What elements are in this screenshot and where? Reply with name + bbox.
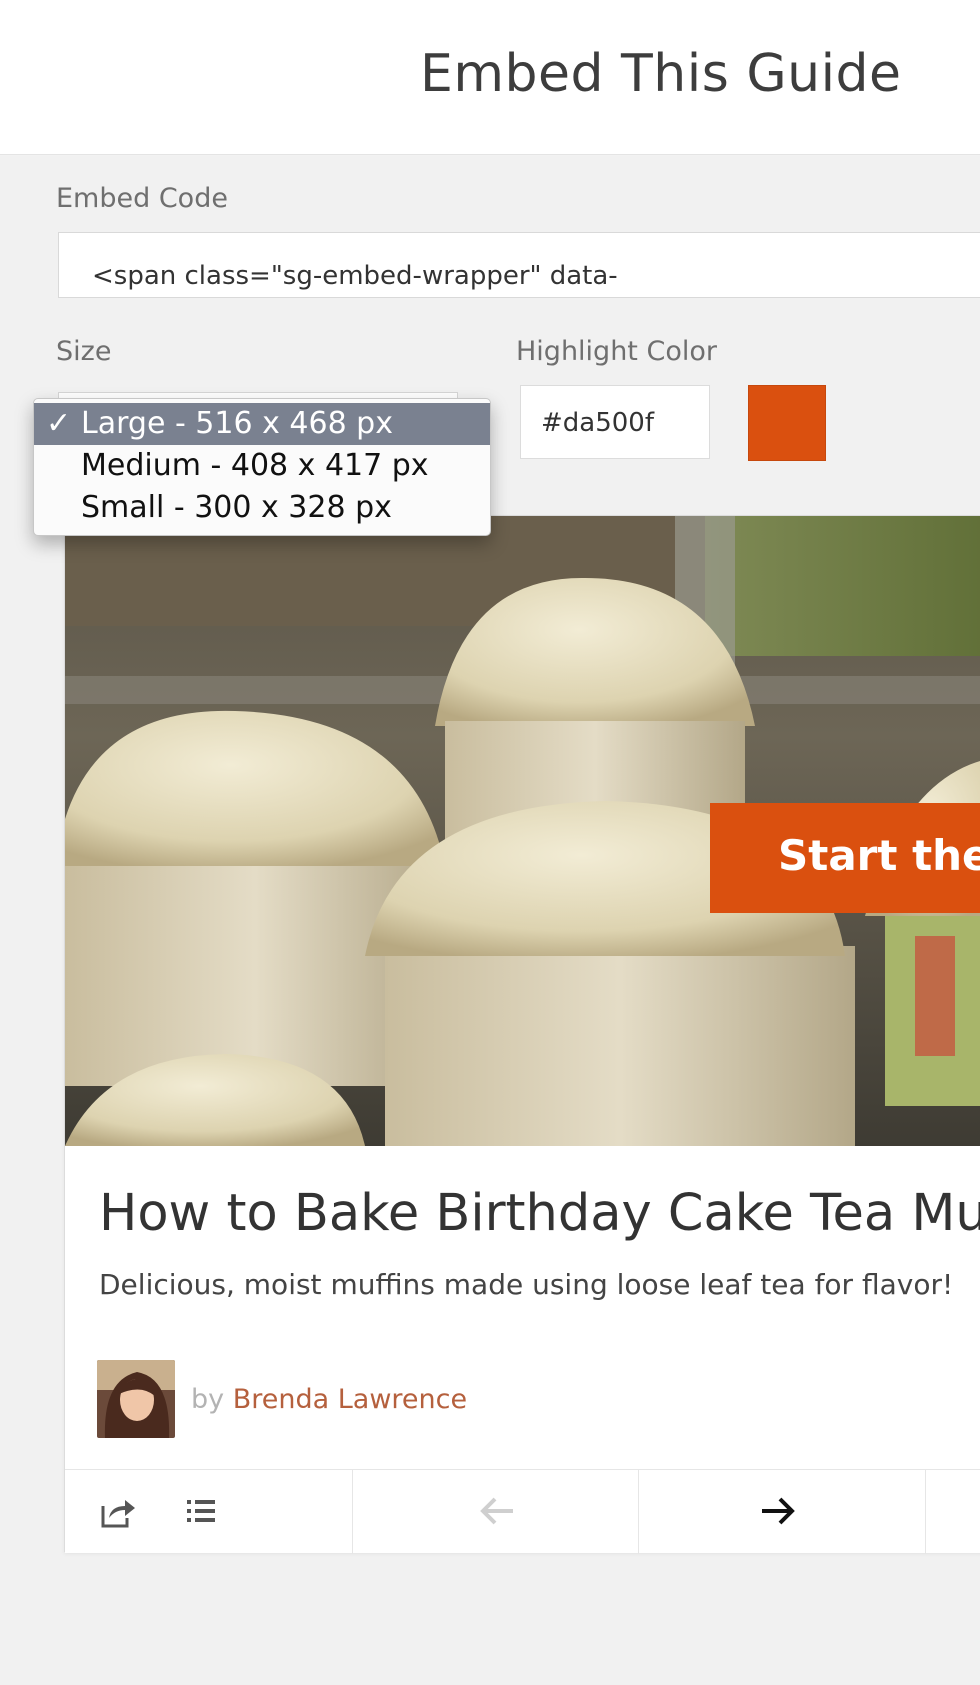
size-option-label: Small - 300 x 328 px — [81, 490, 392, 525]
arrow-right-icon[interactable] — [758, 1494, 798, 1533]
arrow-left-icon[interactable] — [477, 1494, 517, 1533]
author-link[interactable]: Brenda Lawrence — [233, 1384, 467, 1415]
list-icon[interactable] — [185, 1494, 219, 1533]
toolbar-divider — [352, 1470, 353, 1554]
toolbar-divider — [638, 1470, 639, 1554]
guide-description: Delicious, moist muffins made using loos… — [99, 1268, 954, 1301]
page-header: Embed This Guide — [0, 0, 980, 155]
author-avatar[interactable] — [97, 1360, 175, 1438]
guide-title: How to Bake Birthday Cake Tea Muf — [99, 1184, 980, 1243]
size-option-large[interactable]: ✓ Large - 516 x 468 px — [34, 403, 490, 445]
checkmark-icon: ✓ — [46, 406, 72, 441]
size-dropdown-menu: ✓ Large - 516 x 468 px Medium - 408 x 41… — [33, 398, 491, 536]
muffins-photo: Start the G — [65, 516, 980, 1146]
size-option-small[interactable]: Small - 300 x 328 px — [34, 487, 490, 529]
size-label: Size — [56, 336, 112, 367]
toolbar-divider — [925, 1470, 926, 1554]
size-option-label: Large - 516 x 468 px — [81, 406, 393, 441]
guide-preview-card: Start the G How to Bake Birthday Cake Te… — [64, 515, 980, 1554]
size-option-label: Medium - 408 x 417 px — [81, 448, 429, 483]
page-title: Embed This Guide — [420, 44, 902, 104]
byline: by Brenda Lawrence — [191, 1384, 467, 1415]
by-text: by — [191, 1384, 225, 1415]
highlight-color-input[interactable]: #da500f — [520, 385, 710, 459]
share-icon[interactable] — [97, 1494, 137, 1535]
embed-code-label: Embed Code — [56, 183, 228, 214]
start-guide-button[interactable]: Start the G — [710, 803, 980, 913]
highlight-color-swatch[interactable] — [748, 385, 826, 461]
embed-code-field[interactable]: <span class="sg-embed-wrapper" data- — [58, 232, 980, 298]
size-option-medium[interactable]: Medium - 408 x 417 px — [34, 445, 490, 487]
preview-toolbar — [65, 1469, 980, 1554]
highlight-color-label: Highlight Color — [516, 336, 717, 367]
